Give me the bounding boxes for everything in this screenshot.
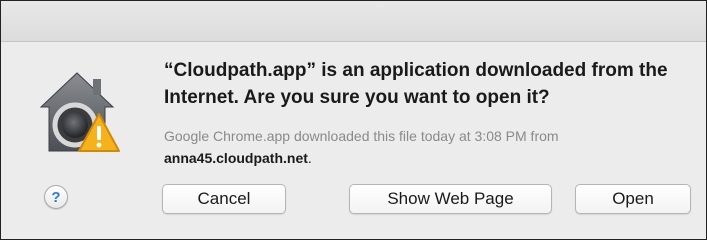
security-dialog: “Cloudpath.app” is an application downlo… — [0, 0, 707, 240]
info-prefix: Google Chrome.app downloaded this file t… — [164, 128, 559, 144]
warning-triangle-icon — [78, 113, 120, 152]
dialog-titlebar — [1, 1, 706, 42]
gatekeeper-icon — [37, 67, 123, 157]
info-suffix: . — [307, 150, 312, 166]
info-host: anna45.cloudpath.net — [164, 150, 308, 166]
dialog-message: “Cloudpath.app” is an application downlo… — [164, 60, 668, 108]
show-web-page-button-label: Show Web Page — [387, 189, 514, 208]
open-button[interactable]: Open — [575, 184, 691, 214]
help-button[interactable]: ? — [44, 185, 68, 209]
dialog-info-text: Google Chrome.app downloaded this file t… — [164, 125, 684, 169]
cancel-button[interactable]: Cancel — [162, 184, 286, 214]
cancel-button-label: Cancel — [197, 189, 251, 208]
help-icon: ? — [51, 188, 61, 206]
open-button-label: Open — [612, 189, 654, 208]
show-web-page-button[interactable]: Show Web Page — [349, 184, 552, 214]
